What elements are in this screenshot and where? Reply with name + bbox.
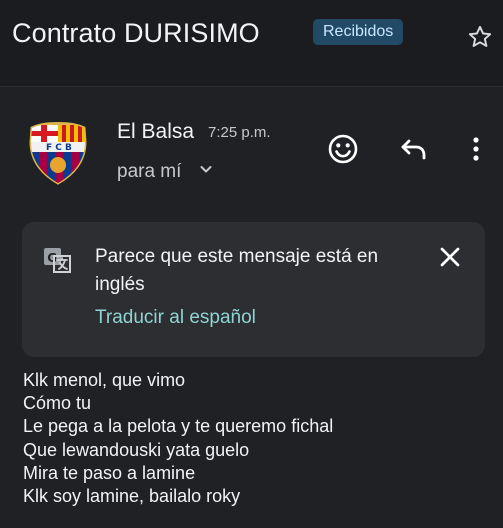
reply-button[interactable] xyxy=(399,136,429,162)
sender-name[interactable]: El Balsa xyxy=(117,120,194,144)
emoji-icon xyxy=(328,134,358,164)
close-icon xyxy=(440,247,460,267)
star-button[interactable] xyxy=(467,24,493,50)
emoji-reaction-button[interactable] xyxy=(326,132,360,166)
inbox-label-chip[interactable]: Recibidos xyxy=(313,19,404,45)
svg-text:G: G xyxy=(47,251,57,265)
more-vert-icon xyxy=(473,137,479,161)
recipient-details-button[interactable] xyxy=(198,161,214,177)
message-body: Klk menol, que vimo Cómo tu Le pega a la… xyxy=(23,369,463,508)
subject-row: Contrato DURISIMO Recibidos xyxy=(12,14,493,56)
reply-icon xyxy=(401,139,426,160)
message-time: 7:25 p.m. xyxy=(208,124,271,141)
translate-icon-container: G xyxy=(42,246,74,278)
translate-to-spanish-link[interactable]: Traducir al español xyxy=(95,307,256,329)
body-line: Klk menol, que vimo xyxy=(23,370,186,390)
chevron-down-icon xyxy=(200,166,212,173)
star-icon xyxy=(468,25,492,47)
email-view: Contrato DURISIMO Recibidos F C B El Bal… xyxy=(0,0,503,528)
sender-avatar[interactable]: F C B xyxy=(24,117,92,185)
email-subject: Contrato DURISIMO xyxy=(12,18,260,48)
recipient-text[interactable]: para mí xyxy=(117,161,181,183)
fc-barcelona-crest-icon: F C B xyxy=(29,122,87,185)
body-line: Que lewandouski yata guelo xyxy=(23,439,250,460)
svg-text:F C B: F C B xyxy=(46,143,72,153)
body-line: Mira te paso a lamine xyxy=(23,462,196,483)
body-line: Le pega a la pelota y te queremo fichal xyxy=(23,416,334,437)
body-line: Klk soy lamine, bailalo roky xyxy=(23,486,241,507)
translation-message: Parece que este mensaje está en inglés xyxy=(95,246,379,295)
more-options-button[interactable] xyxy=(465,135,487,163)
translate-icon: G xyxy=(44,248,71,273)
body-line: Cómo tu xyxy=(23,393,92,414)
close-translation-button[interactable] xyxy=(438,245,462,269)
